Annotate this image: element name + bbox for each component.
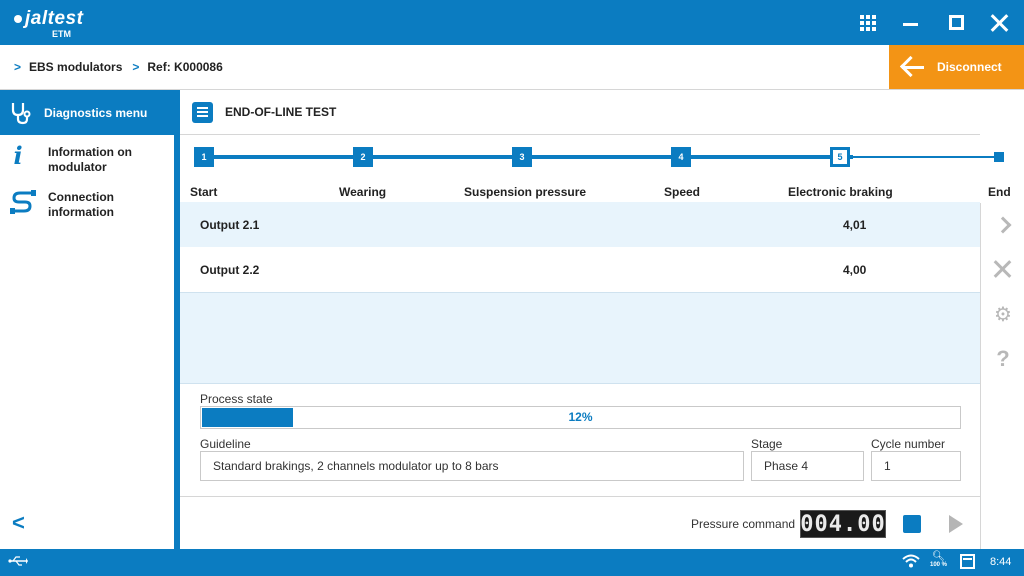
step-marker: 1 [194,147,214,167]
sidebar-item-label: Information on modulator [48,145,132,174]
help-button[interactable]: ? [981,337,1024,381]
output-name: Output 2.1 [200,217,260,232]
step-label-end: End [988,185,1011,199]
step-label: Electronic braking [788,185,893,199]
list-empty-area [180,292,980,383]
pressure-display: 004.00 [800,510,886,538]
list-item[interactable]: Output 2.1 4,01 [180,202,980,247]
process-state-section: Process state 12% Guideline Standard bra… [180,383,980,549]
guideline-label: Guideline [200,437,251,451]
chevron-right-icon: > [14,60,22,74]
output-value: 4,01 [843,217,867,232]
main-panel: END-OF-LINE TEST 1 2 3 4 5 Start Wearing… [180,90,1011,549]
title-bar: jaltest ETM [0,0,1024,45]
clock: 8:44 [990,556,1012,568]
chevron-right-icon: > [132,60,140,74]
stage-label: Stage [751,437,783,451]
grid-icon [860,14,876,31]
zoom-level: 100 % [930,562,948,568]
sidebar: Diagnostics menu i Information on modula… [0,90,174,549]
wifi-icon[interactable] [902,554,920,568]
breadcrumb-item-modulators[interactable]: EBS modulators [29,60,122,74]
sidebar-item-information-on-modulator[interactable]: i Information on modulator [0,135,174,180]
step-label: Wearing [339,185,387,199]
close-icon [994,260,1012,278]
cycle-number-label: Cycle number [871,437,946,451]
next-button[interactable] [981,203,1024,247]
status-bar: 🔍︎ 100 % 8:44 [0,549,1024,576]
help-icon: ? [996,346,1010,371]
breadcrumb-item-ref[interactable]: Ref: K000086 [147,60,222,74]
settings-button[interactable]: ⚙ [981,292,1024,336]
maximize-icon [948,15,964,30]
logo-dot-icon [14,15,22,23]
progress-percent: 12% [568,410,593,424]
stage-field: Phase 4 [751,451,864,481]
apps-grid-button[interactable] [848,0,888,45]
guideline-field: Standard brakings, 2 channels modulator … [200,451,744,481]
step-label: Suspension pressure [464,185,587,199]
stepper-line-remaining [852,156,1000,158]
usb-icon [8,556,28,566]
calendar-icon[interactable] [960,554,975,569]
step-marker: 4 [671,147,691,167]
list-item[interactable]: Output 2.2 4,00 [180,247,980,292]
pressure-command-label: Pressure command [691,517,796,531]
zoom-indicator[interactable]: 🔍︎ 100 % [930,552,947,570]
progress-stepper: 1 2 3 4 5 Start Wearing Suspension press… [180,135,1011,201]
progress-bar: 12% [200,406,961,429]
search-icon: 🔍︎ [932,551,945,562]
breadcrumb: > EBS modulators > Ref: K000086 [14,60,233,74]
breadcrumb-bar: > EBS modulators > Ref: K000086 [0,45,1024,90]
disconnect-button[interactable]: Disconnect [889,45,1024,89]
action-rail: ⚙ ? [980,203,1024,549]
step-label: Speed [664,185,701,199]
stop-button[interactable] [903,515,921,533]
list-icon [192,101,213,123]
chevron-left-icon[interactable]: < [12,510,25,536]
page-title: END-OF-LINE TEST [225,105,337,119]
output-list: Output 2.1 4,01 Output 2.2 4,00 [180,202,980,292]
maximize-button[interactable] [936,0,976,45]
process-state-label: Process state [200,392,273,406]
cycle-number-field: 1 [871,451,961,481]
output-value: 4,00 [843,262,867,277]
minimize-icon [902,23,918,26]
sidebar-item-connection-information[interactable]: Connection information [0,180,174,225]
step-marker: 2 [353,147,373,167]
gear-icon: ⚙ [994,303,1012,326]
output-name: Output 2.2 [200,262,260,277]
sidebar-item-label: Diagnostics menu [44,105,148,120]
sidebar-item-label: Connection information [48,190,114,219]
play-button[interactable] [949,515,963,533]
sidebar-item-diagnostics-menu[interactable]: Diagnostics menu [0,90,174,135]
disconnect-label: Disconnect [937,60,1002,74]
stethoscope-icon [11,102,31,124]
cancel-button[interactable] [981,247,1024,291]
chevron-right-icon [994,216,1012,234]
app-logo: jaltest ETM [14,8,84,39]
step-marker-current: 5 [830,147,850,167]
arrow-left-icon [899,54,925,80]
panel-header: END-OF-LINE TEST [180,90,980,135]
product-name: ETM [52,29,71,39]
brand-name: jaltest [25,8,84,29]
info-icon: i [13,141,23,170]
step-marker: 3 [512,147,532,167]
step-label: Start [190,185,218,199]
connection-icon [10,190,36,214]
divider [180,496,980,497]
close-button[interactable] [980,0,1020,45]
step-end-marker [994,152,1004,162]
close-icon [991,14,1009,32]
minimize-button[interactable] [890,0,930,45]
